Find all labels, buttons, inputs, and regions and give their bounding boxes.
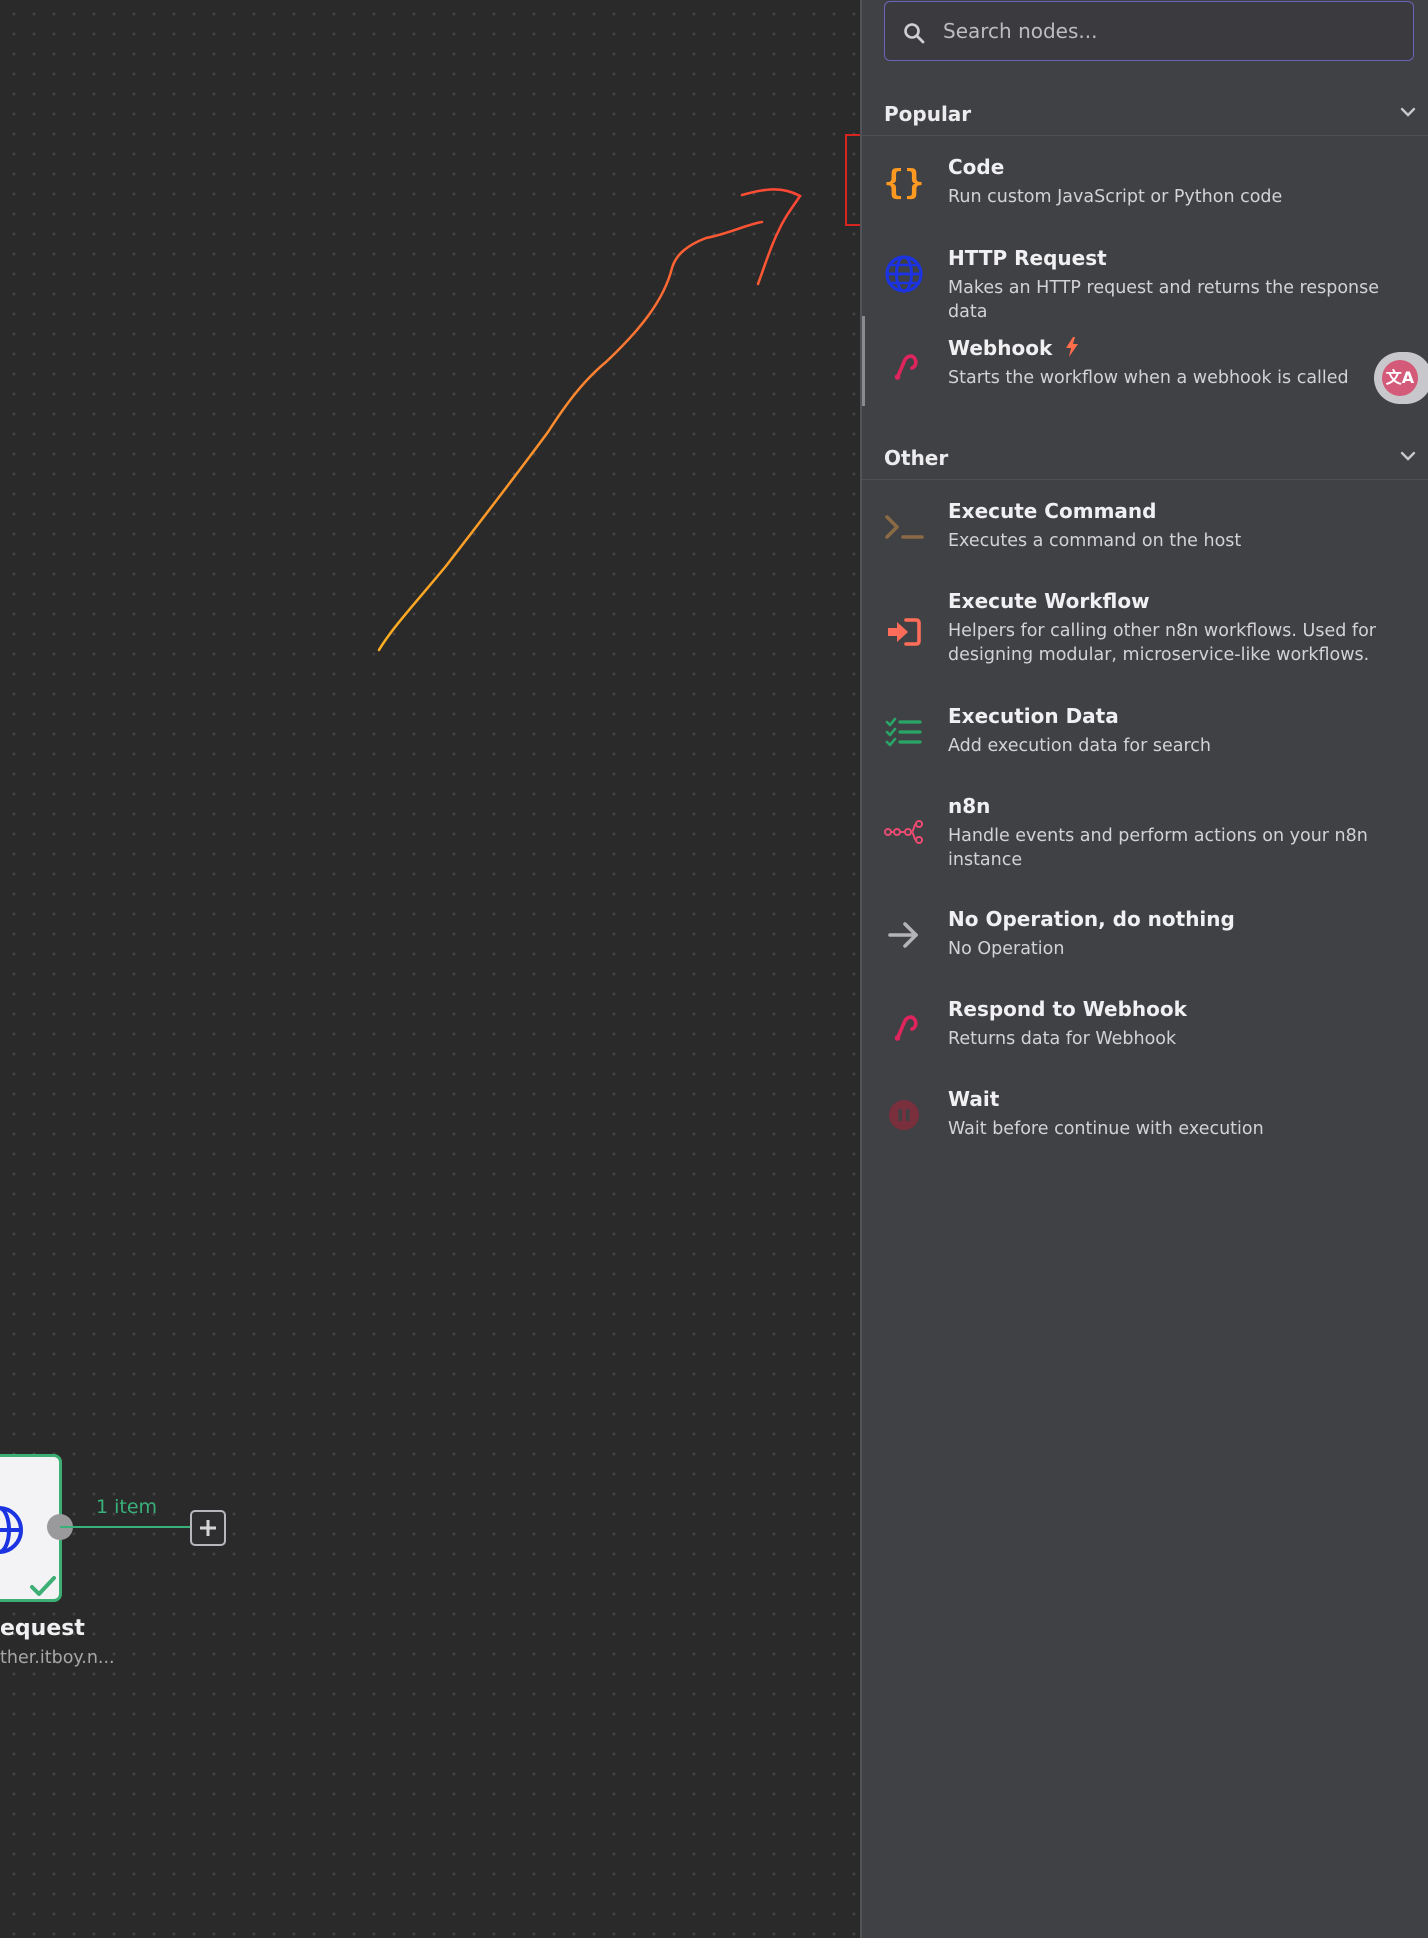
terminal-icon [885, 515, 924, 539]
node-title: Respond to Webhook [948, 997, 1187, 1021]
node-item-n8n[interactable]: n8n Handle events and perform actions on… [862, 794, 1428, 880]
node-title: HTTP Request [948, 246, 1107, 270]
node-description: Returns data for Webhook [948, 1029, 1177, 1049]
node-item-execute-command[interactable]: Execute Command Executes a command on th… [862, 499, 1428, 561]
node-title: equest [0, 1616, 85, 1641]
category-label: Popular [884, 102, 972, 126]
n8n-logo-icon [884, 820, 923, 844]
tasks-icon [885, 717, 922, 747]
globe-icon [885, 255, 923, 293]
node-title: Webhook [948, 336, 1079, 360]
node-item-webhook[interactable]: Webhook Starts the workflow when a webho… [862, 336, 1428, 398]
pause-circle-icon [889, 1100, 919, 1130]
translate-extension-button[interactable]: 文A [1374, 352, 1428, 404]
node-description: Add execution data for search [948, 736, 1212, 756]
node-description: No Operation [948, 939, 1065, 959]
node-description: Handle events and perform actions on you… [948, 826, 1368, 870]
svg-text:{}: {} [884, 163, 924, 203]
category-popular[interactable]: Popular [862, 88, 1428, 136]
arrow-right-icon [888, 922, 918, 948]
chevron-down-icon [1400, 107, 1416, 117]
search-icon [904, 23, 925, 44]
translate-icon: 文A [1382, 360, 1418, 396]
node-description: Executes a command on the host [948, 531, 1242, 551]
node-item-no-operation[interactable]: No Operation, do nothing No Operation [862, 907, 1428, 969]
node-description: Starts the workflow when a webhook is ca… [948, 368, 1349, 388]
node-item-respond-to-webhook[interactable]: Respond to Webhook Returns data for Webh… [862, 997, 1428, 1059]
category-label: Other [884, 446, 949, 470]
node-creator-panel: Popular {} Code Run custom JavaScript or… [860, 0, 1428, 1938]
node-item-wait[interactable]: Wait Wait before continue with execution [862, 1087, 1428, 1149]
node-item-code[interactable]: {} Code Run custom JavaScript or Python … [862, 155, 1428, 217]
add-node-button[interactable] [190, 1510, 226, 1546]
connection-line [60, 1526, 192, 1528]
node-item-http-request[interactable]: HTTP Request Makes an HTTP request and r… [862, 246, 1428, 322]
node-subtitle: ther.itboy.n... [0, 1648, 115, 1668]
webhook-icon [894, 1015, 918, 1041]
node-item-execution-data[interactable]: Execution Data Add execution data for se… [862, 704, 1428, 766]
code-braces-icon: {} [884, 163, 924, 203]
node-title: n8n [948, 794, 991, 818]
node-title: Execute Command [948, 499, 1157, 523]
node-title: Execution Data [948, 704, 1119, 728]
node-title: Execute Workflow [948, 589, 1150, 613]
search-input[interactable] [943, 12, 1393, 50]
node-description: Wait before continue with execution [948, 1119, 1264, 1139]
node-item-execute-workflow[interactable]: Execute Workflow Helpers for calling oth… [862, 589, 1428, 675]
node-description: Makes an HTTP request and returns the re… [948, 278, 1380, 322]
node-description: Run custom JavaScript or Python code [948, 187, 1283, 207]
plus-icon [200, 1520, 216, 1536]
sign-in-icon [888, 618, 921, 646]
search-box[interactable] [884, 1, 1414, 61]
annotation-arrow [377, 188, 802, 652]
globe-icon [0, 1506, 23, 1554]
output-item-count: 1 item [96, 1496, 158, 1518]
chevron-down-icon [1400, 451, 1416, 461]
checkmark-icon [30, 1576, 56, 1596]
node-title: Wait [948, 1087, 1000, 1111]
webhook-icon [894, 354, 918, 380]
workflow-canvas[interactable]: 1 item equest ther.itboy.n... [0, 0, 860, 1938]
node-title: No Operation, do nothing [948, 907, 1235, 931]
category-other[interactable]: Other [862, 432, 1428, 480]
lightning-icon [1066, 337, 1079, 357]
node-description: Helpers for calling other n8n workflows.… [948, 621, 1376, 665]
node-title: Code [948, 155, 1005, 179]
node-title-text: Webhook [948, 336, 1053, 360]
